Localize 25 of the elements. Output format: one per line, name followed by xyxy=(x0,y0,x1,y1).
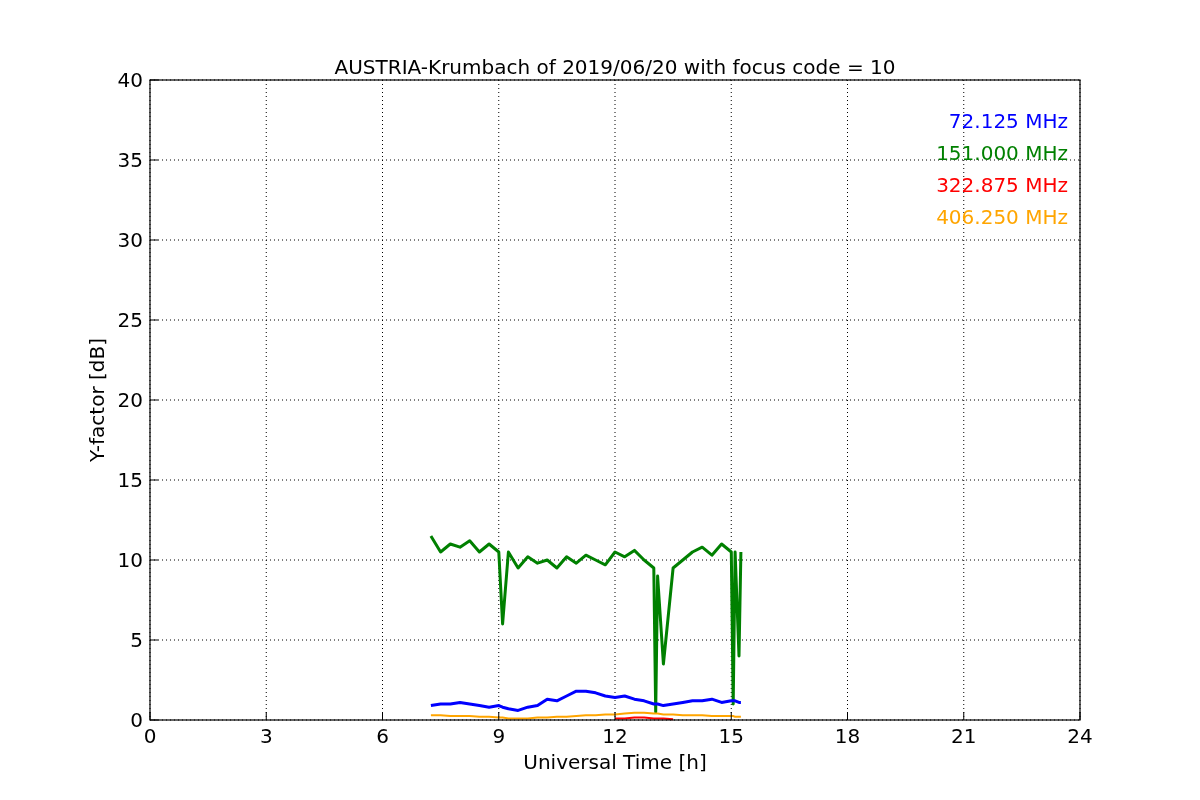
y-tick-label: 25 xyxy=(117,308,143,332)
x-tick-label: 3 xyxy=(259,724,273,748)
x-axis-label: Universal Time [h] xyxy=(523,750,707,774)
y-tick-label: 20 xyxy=(117,388,143,412)
y-tick-label: 10 xyxy=(117,548,143,572)
x-tick-label: 0 xyxy=(143,724,157,748)
legend-label: 322.875 MHz xyxy=(936,173,1068,197)
x-tick-label: 6 xyxy=(376,724,389,748)
y-tick-label: 30 xyxy=(117,228,143,252)
x-tick-label: 15 xyxy=(718,724,744,748)
y-tick-label: 5 xyxy=(130,628,143,652)
x-tick-label: 24 xyxy=(1067,724,1093,748)
y-tick-label: 35 xyxy=(117,148,143,172)
legend-label: 406.250 MHz xyxy=(936,205,1068,229)
y-axis-label: Y-factor [dB] xyxy=(85,338,109,462)
x-tick-label: 9 xyxy=(492,724,506,748)
y-tick-label: 0 xyxy=(130,708,143,732)
x-tick-label: 21 xyxy=(951,724,977,748)
y-tick-label: 40 xyxy=(117,68,143,92)
x-tick-label: 18 xyxy=(834,724,861,748)
y-tick-label: 15 xyxy=(117,468,143,492)
chart-title: AUSTRIA-Krumbach of 2019/06/20 with focus code = 10 xyxy=(334,55,896,79)
x-tick-label: 12 xyxy=(602,724,628,748)
legend-label: 151.000 MHz xyxy=(936,141,1068,165)
legend-label: 72.125 MHz xyxy=(948,109,1068,133)
